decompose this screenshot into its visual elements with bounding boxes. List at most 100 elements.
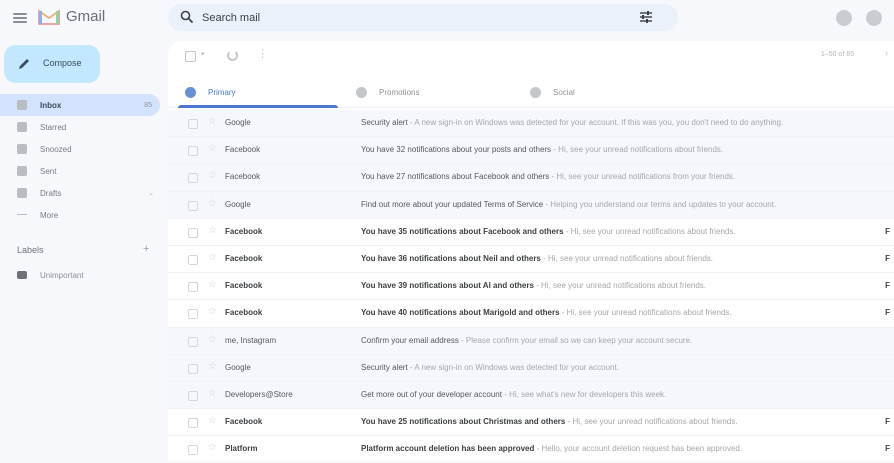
email-snippet: A new sign-in on Windows was detected fo… — [414, 118, 784, 127]
star-icon[interactable]: ☆ — [208, 170, 217, 181]
chevron-down-icon[interactable]: ▾ — [201, 50, 205, 58]
star-icon[interactable]: ☆ — [208, 334, 217, 345]
email-row[interactable]: ☆ Facebook You have 36 notifications about… — [168, 246, 894, 274]
sidebar-item-sent[interactable]: Sent — [0, 160, 160, 182]
tab-label: Promotions — [379, 87, 420, 97]
star-icon[interactable]: ☆ — [208, 279, 217, 290]
sidebar-item-inbox[interactable]: Inbox 85 — [0, 94, 160, 116]
add-label-icon[interactable]: + — [143, 243, 149, 255]
email-snippet: Hi, see your unread notifications about … — [558, 145, 724, 155]
email-date: F — [885, 253, 890, 263]
email-row[interactable]: ☆ me, Instagram Confirm your email address… — [168, 327, 894, 355]
email-row[interactable]: ☆ Facebook You have 39 notifications about… — [168, 273, 894, 301]
star-icon[interactable]: ☆ — [208, 415, 217, 426]
star-icon[interactable]: ☆ — [208, 198, 217, 209]
gmail-logo-icon — [38, 8, 60, 25]
label-item-unimportant[interactable]: Unimportant — [17, 268, 84, 282]
row-checkbox[interactable] — [188, 445, 198, 456]
tag-icon — [356, 86, 367, 98]
chevron-right-icon[interactable]: › — [885, 48, 888, 58]
email-sender: Facebook — [225, 417, 263, 427]
row-checkbox[interactable] — [188, 173, 198, 184]
row-checkbox[interactable] — [188, 418, 198, 429]
email-snippet: Helping you understand our terms and upd… — [550, 199, 777, 209]
email-subject: Security alert — [361, 362, 408, 372]
star-icon[interactable]: ☆ — [208, 143, 217, 154]
row-checkbox[interactable] — [188, 390, 198, 401]
email-row[interactable]: ☆ Facebook You have 35 notifications about… — [168, 219, 894, 246]
email-row[interactable]: ☆ Developers@Store Get more out of your de… — [168, 381, 894, 410]
search-options-icon[interactable] — [639, 10, 653, 24]
row-checkbox[interactable] — [188, 336, 198, 347]
star-icon[interactable]: ☆ — [208, 225, 217, 236]
email-row[interactable]: ☆ Facebook You have 32 notifications about… — [168, 137, 894, 165]
email-preview: Platform account deletion has been appro… — [361, 444, 836, 453]
sidebar-item-more[interactable]: More — [0, 204, 160, 226]
email-row[interactable]: ☆ Google Security alert - A new sign-in on… — [168, 354, 894, 382]
sidebar-item-drafts[interactable]: Drafts ⌄ — [0, 182, 160, 204]
tab-social[interactable]: Social — [530, 76, 575, 108]
email-snippet-separator: - — [458, 335, 466, 345]
email-sender: Facebook — [225, 281, 263, 291]
email-date: F — [885, 281, 890, 291]
email-row[interactable]: ☆ Google Find out more about your updated … — [168, 191, 894, 219]
email-row[interactable]: ☆ Google Security alert - A new sign-in on… — [168, 110, 894, 138]
email-snippet: Hello, your account deletion request has… — [541, 444, 743, 454]
active-tab-indicator — [178, 105, 338, 108]
refresh-icon[interactable] — [227, 50, 238, 61]
app-logo[interactable]: Gmail — [38, 8, 105, 25]
tab-promotions[interactable]: Promotions — [356, 76, 419, 108]
email-row[interactable]: ☆ Facebook You have 27 notifications about… — [168, 164, 894, 192]
email-preview: You have 35 notifications about Facebook… — [361, 227, 836, 236]
email-snippet: Hi, see your unread notifications from y… — [556, 172, 736, 182]
row-checkbox[interactable] — [188, 146, 198, 157]
chevron-down-icon[interactable]: ⌄ — [148, 189, 154, 197]
email-sender: Google — [225, 118, 251, 127]
mail-panel: ▾ ⋮ 1–50 of 85 › Primary Promotions Soci… — [168, 41, 894, 463]
star-icon[interactable]: ☆ — [208, 361, 217, 372]
email-sender: Facebook — [225, 253, 263, 263]
row-checkbox[interactable] — [188, 200, 198, 211]
select-all-checkbox[interactable] — [185, 51, 196, 62]
category-tabs: Primary Promotions Social — [168, 76, 894, 108]
row-checkbox[interactable] — [188, 309, 198, 320]
email-preview: You have 27 notifications about Facebook… — [361, 172, 836, 181]
email-subject: You have 39 notifications about Al and o… — [361, 281, 534, 291]
email-snippet: A new sign-in on Windows was detected fo… — [414, 362, 619, 372]
draft-icon — [17, 188, 27, 198]
sidebar-item-snoozed[interactable]: Snoozed — [0, 138, 160, 160]
email-subject: You have 36 notifications about Neil and… — [361, 253, 541, 263]
star-icon[interactable]: ☆ — [208, 252, 217, 263]
email-snippet: Hi, see what's new for developers this w… — [509, 389, 667, 399]
row-checkbox[interactable] — [188, 282, 198, 293]
help-icon[interactable] — [836, 10, 852, 26]
email-sender: Google — [225, 362, 251, 372]
email-row[interactable]: ☆ Platform Platform account deletion has b… — [168, 436, 894, 463]
star-icon[interactable]: ☆ — [208, 442, 217, 453]
search-icon[interactable] — [180, 10, 194, 24]
search-input[interactable] — [202, 8, 602, 27]
email-row[interactable]: ☆ Facebook You have 40 notifications about… — [168, 300, 894, 328]
menu-icon[interactable] — [13, 11, 27, 25]
compose-button[interactable]: Compose — [4, 45, 100, 83]
label-name: Unimportant — [40, 270, 84, 280]
email-row[interactable]: ☆ Facebook You have 25 notifications about… — [168, 409, 894, 437]
row-checkbox[interactable] — [188, 254, 198, 265]
tab-primary[interactable]: Primary — [185, 76, 236, 108]
settings-icon[interactable] — [866, 10, 882, 26]
search-bar[interactable] — [168, 4, 678, 31]
send-icon — [17, 166, 27, 176]
inbox-icon — [185, 86, 196, 98]
star-icon[interactable]: ☆ — [208, 388, 217, 399]
email-subject: You have 35 notifications about Facebook… — [361, 226, 564, 236]
row-checkbox[interactable] — [188, 119, 198, 129]
app-name: Gmail — [66, 8, 106, 25]
email-preview: Find out more about your updated Terms o… — [361, 200, 836, 209]
sidebar-item-starred[interactable]: Starred — [0, 116, 160, 138]
app-header: Gmail — [0, 0, 894, 36]
more-icon[interactable]: ⋮ — [257, 47, 268, 60]
row-checkbox[interactable] — [188, 363, 198, 374]
row-checkbox[interactable] — [188, 227, 198, 238]
star-icon[interactable]: ☆ — [208, 306, 217, 317]
star-icon[interactable]: ☆ — [208, 116, 217, 127]
